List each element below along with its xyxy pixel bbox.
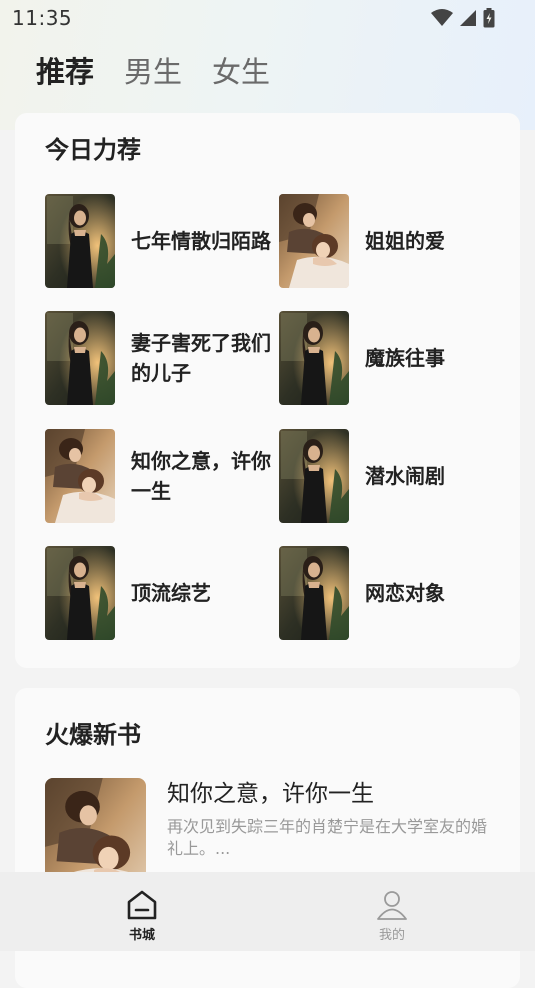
book-title: 知你之意，许你一生 (131, 449, 271, 503)
category-tabs: 推荐 男生 女生 (36, 52, 300, 92)
book-card[interactable]: 潜水闹剧 (279, 429, 514, 524)
book-title: 七年情散归陌路 (131, 229, 271, 253)
recommend-section: 今日力荐 七年情散归陌路 姐姐的爱 妻子害死了我们的儿子 魔族往事 知你之意，许… (15, 113, 520, 668)
nav-mine-label: 我的 (378, 928, 405, 943)
book-card[interactable]: 妻子害死了我们的儿子 (45, 311, 280, 406)
signal-icon (460, 10, 476, 26)
status-bar: 11:35 (0, 0, 535, 36)
nav-bookstore-label: 书城 (128, 928, 155, 943)
book-card[interactable]: 七年情散归陌路 (45, 194, 280, 289)
book-card[interactable]: 顶流综艺 (45, 546, 280, 641)
wifi-icon (431, 9, 453, 26)
book-card[interactable]: 魔族往事 (279, 311, 514, 406)
book-title: 妻子害死了我们的儿子 (131, 331, 271, 385)
book-cover (279, 546, 349, 640)
status-time: 11:35 (12, 6, 73, 30)
status-icons (431, 8, 495, 28)
tab-male[interactable]: 男生 (124, 52, 182, 92)
new-book-description: 再次见到失踪三年的肖楚宁是在大学室友的婚礼上。... (167, 817, 488, 858)
new-books-title: 火爆新书 (45, 721, 141, 749)
book-title: 潜水闹剧 (365, 464, 445, 488)
book-title: 顶流综艺 (131, 581, 211, 605)
home-icon (127, 890, 157, 920)
tab-recommend[interactable]: 推荐 (36, 52, 94, 92)
book-cover (45, 311, 115, 405)
book-card[interactable]: 知你之意，许你一生 (45, 429, 280, 524)
book-title: 魔族往事 (365, 346, 445, 370)
nav-mine[interactable]: 我的 (362, 890, 422, 943)
bottom-nav: 书城 我的 (0, 872, 535, 951)
recommend-title: 今日力荐 (45, 136, 141, 164)
book-cover (45, 546, 115, 640)
user-icon (377, 891, 407, 920)
book-cover (45, 194, 115, 288)
book-cover (279, 429, 349, 523)
book-title: 网恋对象 (365, 581, 445, 605)
battery-icon (483, 8, 495, 28)
book-card[interactable]: 姐姐的爱 (279, 194, 514, 289)
book-cover (279, 194, 349, 288)
book-cover (279, 311, 349, 405)
nav-bookstore[interactable]: 书城 (112, 890, 172, 943)
book-title: 姐姐的爱 (365, 229, 445, 253)
new-book-title[interactable]: 知你之意，许你一生 (167, 774, 374, 808)
book-cover (45, 429, 115, 523)
tab-female[interactable]: 女生 (212, 52, 270, 92)
book-card[interactable]: 网恋对象 (279, 546, 514, 641)
